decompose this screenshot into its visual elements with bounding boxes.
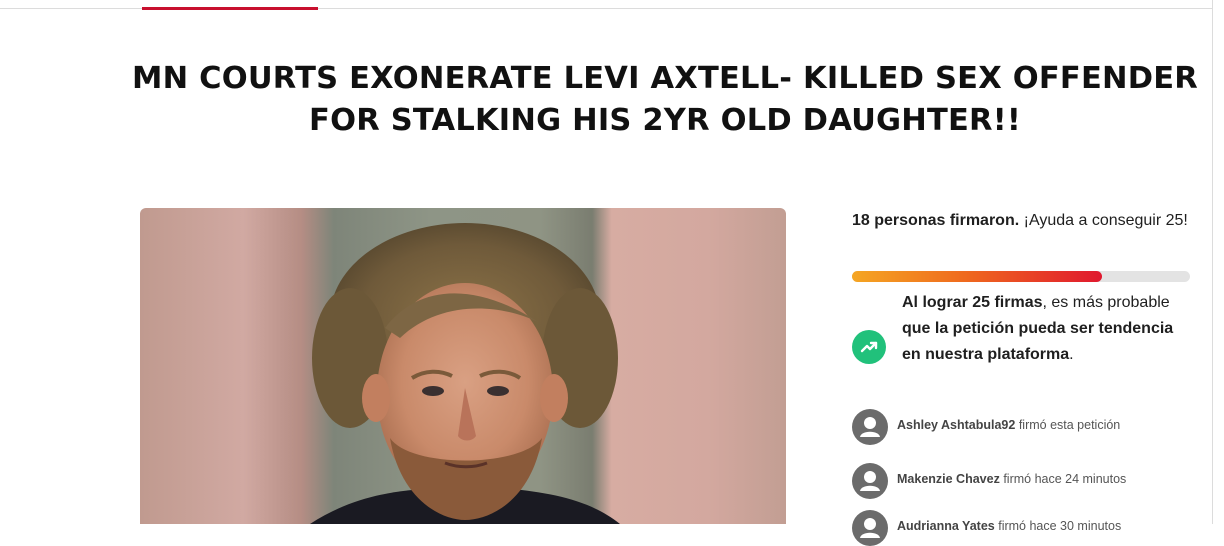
trend-mid: , es más probable	[1042, 294, 1170, 311]
signer-text: Ashley Ashtabula92 firmó esta petición	[897, 418, 1120, 432]
recent-signer: Ashley Ashtabula92 firmó esta petición	[852, 409, 1190, 445]
user-icon	[860, 417, 880, 437]
signature-progress-fill	[852, 271, 1103, 282]
trend-end: .	[1069, 346, 1074, 363]
avatar	[852, 510, 888, 546]
signature-goal-text: ¡Ayuda a conseguir 25!	[1019, 212, 1188, 229]
avatar	[852, 409, 888, 445]
signer-name: Audrianna Yates	[897, 519, 995, 533]
recent-signer: Audrianna Yates firmó hace 30 minutos	[852, 510, 1190, 546]
user-icon	[860, 518, 880, 538]
recent-signer: Makenzie Chavez firmó hace 24 minutos	[852, 463, 1190, 499]
signature-progress-bar	[852, 271, 1190, 282]
signer-name: Ashley Ashtabula92	[897, 418, 1016, 432]
petition-title: MN COURTS EXONERATE LEVI AXTELL- KILLED …	[132, 61, 1198, 138]
signer-text: Makenzie Chavez firmó hace 24 minutos	[897, 472, 1126, 486]
signature-count-text: 18 personas firmaron. ¡Ayuda a conseguir…	[852, 208, 1190, 234]
signer-action: firmó hace 30 minutos	[998, 519, 1122, 533]
page-edge-divider	[1212, 0, 1213, 524]
trend-goal: Al lograr 25 firmas	[902, 294, 1043, 311]
signer-action: firmó esta petición	[1018, 418, 1121, 432]
user-icon	[860, 471, 880, 491]
signer-text: Audrianna Yates firmó hace 30 minutos	[897, 519, 1121, 533]
trend-text: Al lograr 25 firmas, es más probable que…	[902, 290, 1182, 368]
mugshot-image	[310, 223, 620, 524]
signature-count: 18 personas firmaron.	[852, 212, 1020, 229]
trend-highlight: que la petición pueda ser tendencia en n…	[902, 320, 1174, 363]
signer-name: Makenzie Chavez	[897, 472, 1000, 486]
avatar	[852, 463, 888, 499]
trending-up-icon	[852, 330, 886, 364]
signature-sidebar: 18 personas firmaron. ¡Ayuda a conseguir…	[852, 208, 1190, 546]
petition-photo[interactable]	[140, 208, 786, 524]
active-tab-indicator	[142, 7, 318, 10]
signer-action: firmó hace 24 minutos	[1003, 472, 1127, 486]
